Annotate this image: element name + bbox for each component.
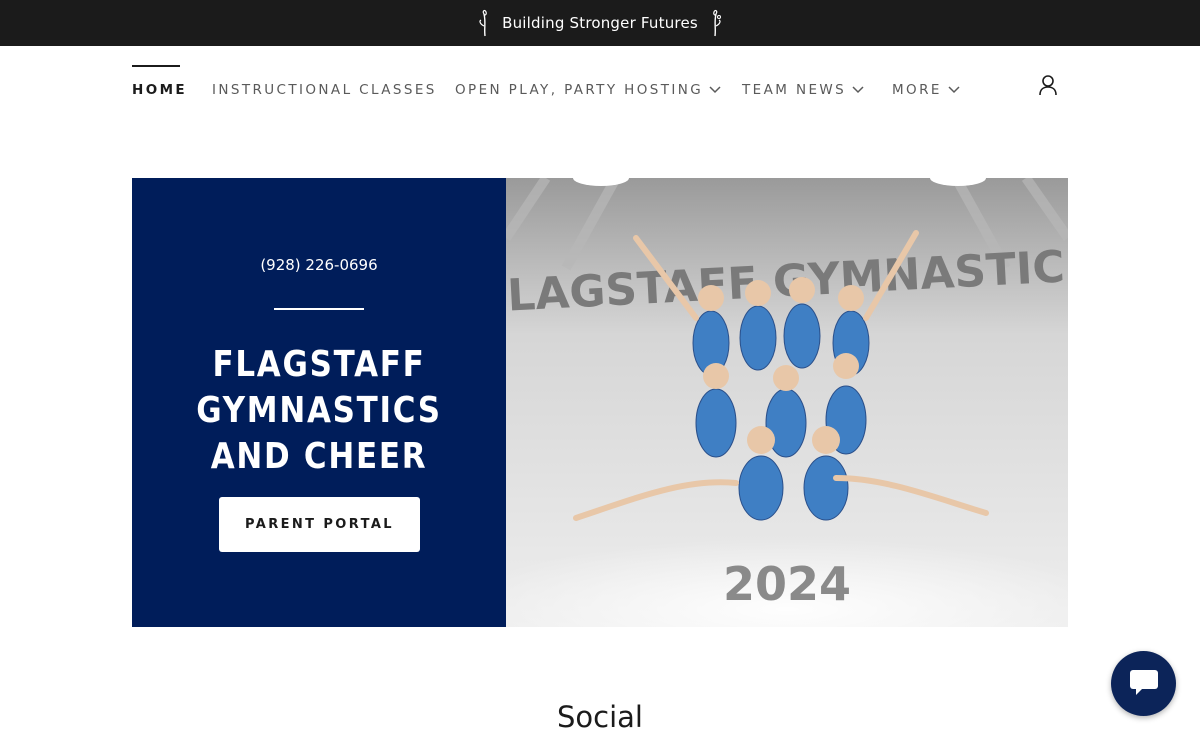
divider bbox=[274, 308, 364, 310]
nav-item-instructional-classes[interactable]: INSTRUCTIONAL CLASSES bbox=[212, 82, 437, 98]
nav-item-label: TEAM NEWS bbox=[742, 82, 847, 98]
nav-item-label: OPEN PLAY, PARTY HOSTING bbox=[455, 82, 704, 98]
social-heading: Social bbox=[557, 700, 643, 734]
chat-button[interactable] bbox=[1111, 651, 1176, 716]
photo-year-text: 2024 bbox=[723, 557, 851, 611]
chevron-down-icon bbox=[852, 86, 864, 94]
hero-title: FLAGSTAFF GYMNASTICS AND CHEER bbox=[196, 344, 442, 477]
flower-icon bbox=[476, 8, 494, 38]
main-nav: HOME INSTRUCTIONAL CLASSES OPEN PLAY, PA… bbox=[132, 64, 1068, 114]
flower-icon bbox=[706, 8, 724, 38]
hero-section: (928) 226-0696 FLAGSTAFF GYMNASTICS AND … bbox=[132, 178, 1068, 627]
announcement-text: Building Stronger Futures bbox=[502, 14, 698, 32]
account-icon[interactable] bbox=[1038, 74, 1058, 96]
team-photo: FLAGSTAFF GYMNASTICS 2024 bbox=[506, 178, 1068, 627]
nav-item-label: INSTRUCTIONAL CLASSES bbox=[212, 82, 437, 98]
chat-icon bbox=[1129, 668, 1159, 700]
nav-item-label: HOME bbox=[132, 82, 188, 98]
parent-portal-button[interactable]: PARENT PORTAL bbox=[219, 497, 420, 552]
chevron-down-icon bbox=[709, 86, 721, 94]
nav-item-team-news[interactable]: TEAM NEWS bbox=[742, 82, 864, 98]
nav-item-home[interactable]: HOME bbox=[132, 65, 188, 98]
nav-item-more[interactable]: MORE bbox=[892, 82, 960, 98]
nav-item-label: MORE bbox=[892, 82, 942, 98]
nav-item-open-play[interactable]: OPEN PLAY, PARTY HOSTING bbox=[455, 82, 721, 98]
phone-number[interactable]: (928) 226-0696 bbox=[132, 256, 506, 274]
announcement-bar: Building Stronger Futures bbox=[0, 0, 1200, 46]
hero-panel: (928) 226-0696 FLAGSTAFF GYMNASTICS AND … bbox=[132, 178, 506, 627]
chevron-down-icon bbox=[948, 86, 960, 94]
